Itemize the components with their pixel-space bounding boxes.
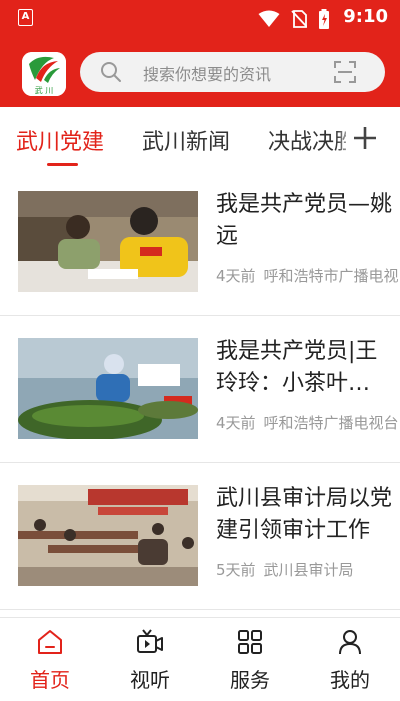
news-thumbnail[interactable] <box>18 485 198 586</box>
news-age: 5天前 <box>216 561 256 579</box>
nav-video[interactable]: 视听 <box>100 618 200 701</box>
nav-home[interactable]: 首页 <box>0 618 100 701</box>
svg-text:武 川: 武 川 <box>35 85 54 95</box>
no-sim-icon <box>291 9 308 28</box>
news-source: 武川县审计局 <box>263 561 354 579</box>
tab-wuchuan-party-building[interactable]: 武川党建 <box>16 124 104 156</box>
news-title[interactable]: 武川县审计局以党建引领审计工作 <box>216 483 392 547</box>
active-tab-indicator <box>47 163 78 166</box>
home-icon <box>38 630 62 654</box>
news-source: 呼和浩特市广播电视台 <box>263 267 400 285</box>
news-item[interactable]: 武川县审计局以党建引领审计工作 5天前 武川县审计局 <box>0 463 400 610</box>
battery-icon <box>319 8 329 29</box>
news-thumbnail[interactable] <box>18 338 198 439</box>
tab-wuchuan-news[interactable]: 武川新闻 <box>142 124 230 156</box>
news-thumbnail[interactable] <box>18 191 198 292</box>
nav-label: 视听 <box>130 668 170 692</box>
grid-icon <box>238 630 262 654</box>
wifi-icon <box>258 10 280 27</box>
news-title[interactable]: 我是共产党员|王玲玲：小茶叶大产业 <box>216 336 392 400</box>
news-title[interactable]: 我是共产党员—姚远 <box>216 189 392 253</box>
nav-label: 我的 <box>330 668 370 692</box>
search-bar[interactable]: 搜索你想要的资讯 <box>80 52 385 92</box>
plus-icon <box>354 127 376 149</box>
app-logo[interactable]: 武 川 <box>22 52 66 96</box>
scan-icon[interactable] <box>333 60 357 84</box>
news-age: 4天前 <box>216 414 256 432</box>
add-channel-button[interactable] <box>346 107 400 168</box>
notification-app-icon: A <box>18 9 33 26</box>
app-header: 武 川 搜索你想要的资讯 <box>0 36 400 107</box>
status-bar: A 9:10 <box>0 0 400 36</box>
news-age: 4天前 <box>216 267 256 285</box>
news-source: 呼和浩特广播电视台 <box>263 414 399 432</box>
bottom-navigation: 首页 视听 服务 我的 <box>0 617 400 701</box>
status-icons <box>252 8 330 29</box>
news-item[interactable]: 我是共产党员—姚远 4天前 呼和浩特市广播电视台 <box>0 169 400 316</box>
status-time: 9:10 <box>343 6 388 27</box>
news-meta: 4天前 呼和浩特广播电视台 <box>216 412 400 434</box>
news-item[interactable]: 我是共产党员|王玲玲：小茶叶大产业 4天前呼和浩特广播电视台 <box>0 316 400 463</box>
channel-tabs: 武川党建 武川新闻 决战决胜 <box>0 107 400 170</box>
search-placeholder: 搜索你想要的资讯 <box>143 65 272 84</box>
nav-label: 首页 <box>30 668 70 692</box>
news-meta: 5天前 武川县审计局 <box>216 559 400 581</box>
video-icon <box>137 629 163 653</box>
nav-label: 服务 <box>230 668 270 692</box>
news-feed: 我是共产党员—姚远 4天前 呼和浩特市广播电视台 我是共产党员|王玲玲：小茶叶大产… <box>0 169 400 610</box>
nav-services[interactable]: 服务 <box>200 618 300 701</box>
user-icon <box>339 630 361 655</box>
nav-profile[interactable]: 我的 <box>300 618 400 701</box>
news-meta: 4天前 呼和浩特市广播电视台 <box>216 265 400 287</box>
search-icon <box>101 62 121 82</box>
